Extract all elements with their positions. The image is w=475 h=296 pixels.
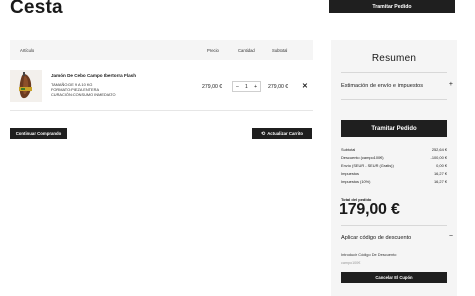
checkout-button[interactable]: Tramitar Pedido [341, 120, 447, 137]
summary-row-value: 0,00 € [436, 163, 447, 168]
summary-row: Envío (SEUR - SEUR (Gratis)) 0,00 € [341, 163, 447, 168]
summary-row-value: 16,27 € [434, 171, 447, 176]
summary-row: Subtotal 252,64 € [341, 147, 447, 152]
plus-icon: + [448, 81, 453, 88]
summary-divider [341, 225, 447, 226]
shipping-estimate-label: Estimación de envío e impuestos [341, 83, 424, 89]
quantity-stepper[interactable]: – 1 + [232, 81, 261, 92]
continue-shopping-button[interactable]: Continuar Comprando [10, 128, 67, 139]
product-image[interactable] [10, 70, 42, 102]
summary-row-label: Envío (SEUR - SEUR (Gratis)) [341, 163, 394, 168]
minus-icon: − [448, 233, 453, 240]
summary-row-label: Impuestos (10%) [341, 179, 371, 184]
quantity-value[interactable]: 1 [245, 84, 248, 90]
order-total-amount: 179,00 € [339, 201, 400, 218]
plus-icon[interactable]: + [254, 84, 257, 90]
cancel-coupon-button[interactable]: Cancelar El Cupón [341, 272, 447, 283]
refresh-icon: ⟲ [260, 130, 266, 137]
cart-divider [10, 110, 313, 111]
minus-icon[interactable]: – [236, 84, 239, 90]
summary-row: Impuestos 16,27 € [341, 171, 447, 176]
summary-divider [341, 72, 447, 73]
checkout-button-top[interactable]: Tramitar Pedido [329, 0, 455, 13]
coupon-input[interactable] [341, 259, 447, 267]
order-summary-panel: Resumen Estimación de envío e impuestos … [331, 40, 457, 296]
summary-row-value: 252,64 € [431, 147, 447, 152]
update-cart-label: Actualizar Carrito [267, 131, 304, 136]
page-title: Cesta [10, 0, 63, 18]
product-curing: CURACIÓN:CONSUMO INMEDIATO [51, 92, 116, 97]
summary-divider [341, 99, 447, 100]
summary-row: Impuestos (10%) 16,27 € [341, 179, 447, 184]
summary-row-label: Descuento (campo100€) [341, 155, 384, 160]
summary-title: Resumen [371, 53, 417, 64]
ham-image-icon [10, 70, 42, 102]
column-subtotal: Subtotal [272, 48, 288, 53]
coupon-title: Aplicar código de descuento [341, 235, 412, 241]
summary-row-label: Subtotal [341, 147, 356, 152]
product-name[interactable]: Jamón De Cebo Campo Ibertorra Flash [51, 73, 136, 78]
summary-row-label: Impuestos [341, 171, 359, 176]
summary-row: Descuento (campo100€) -100,00 € [341, 155, 447, 160]
coupon-field-label: Introducir Código De Descuento [341, 252, 397, 257]
product-subtotal: 279,00 € [268, 84, 289, 90]
column-quantity: Cantidad [238, 48, 255, 53]
column-item: Artículo [20, 48, 35, 53]
summary-row-value: 16,27 € [434, 179, 447, 184]
summary-row-value: -100,00 € [430, 155, 447, 160]
column-price: Precio [207, 48, 219, 53]
update-cart-button[interactable]: ⟲ Actualizar Carrito [252, 128, 312, 139]
remove-item-icon[interactable]: ✕ [302, 82, 308, 90]
product-price: 279,00 € [202, 84, 223, 90]
cart-table-header: Artículo Precio Cantidad Subtotal [10, 40, 313, 60]
